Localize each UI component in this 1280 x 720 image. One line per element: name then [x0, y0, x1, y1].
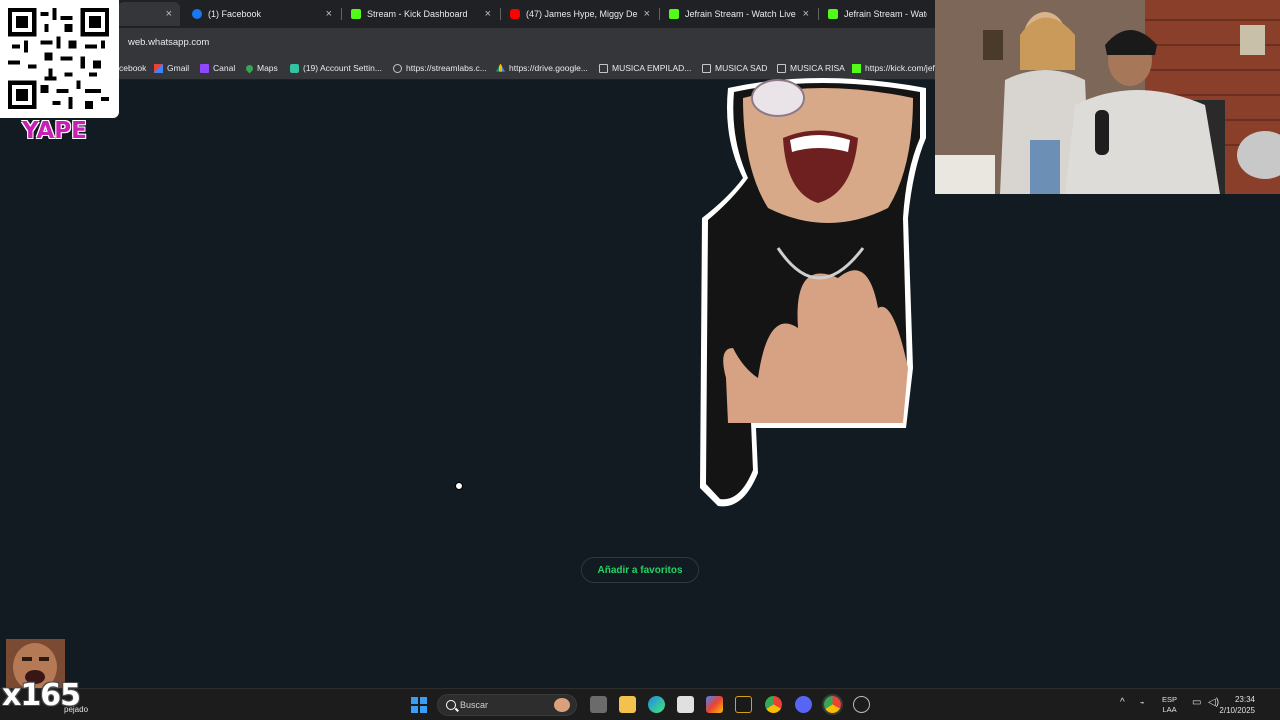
tab-youtube[interactable]: (47) James Hype, Miggy Dela R ×: [502, 2, 658, 26]
lang-top: ESP: [1162, 695, 1178, 704]
tab-active[interactable]: ×: [118, 2, 180, 26]
mouse-cursor-icon: [455, 482, 463, 490]
address-bar: web.whatsapp.com: [0, 28, 935, 56]
tab-label: Stream - Kick Dashboard: [367, 9, 468, 19]
search-highlight-icon: [554, 698, 570, 712]
folder-icon: [702, 63, 711, 73]
bookmark-label: https://drive.google...: [509, 63, 588, 73]
bookmark-label: MUSICA RISA: [790, 63, 845, 73]
kick-icon: [852, 63, 861, 73]
network-icon[interactable]: ⌁: [1140, 698, 1145, 707]
close-icon[interactable]: ×: [644, 8, 650, 20]
language-indicator[interactable]: ESP LAA: [1162, 695, 1177, 715]
taskbar-search[interactable]: Buscar: [437, 694, 577, 716]
bookmark-label: Gmail: [167, 63, 190, 73]
add-to-favorites-button[interactable]: Añadir a favoritos: [581, 557, 699, 583]
drive-icon: [496, 63, 505, 72]
counter-label: x165: [2, 678, 81, 713]
bookmark-label: Maps: [257, 63, 278, 73]
webcam-scene: [935, 0, 1280, 194]
webcam-overlay: [935, 0, 1280, 194]
tray-chevron-icon[interactable]: ^: [1120, 697, 1125, 708]
bookmark-label: https://kick.com/jef: [865, 63, 935, 73]
tab-label: Jefrain Stream - Watch Live on: [685, 9, 797, 19]
bookmark-drive[interactable]: https://drive.google...: [496, 61, 588, 75]
tab-label: (47) James Hype, Miggy Dela R: [526, 9, 638, 19]
bookmark-label: Canal: [213, 63, 236, 73]
bookmarks-bar: cebook Gmail Canal Maps (19) Account Set…: [0, 56, 935, 80]
browser-tab-bar: × (1) Facebook × Stream - Kick Dashboard…: [0, 0, 935, 28]
tab-label: Jefrain Stream - Watch Live: [844, 9, 927, 19]
bookmark-label: MUSICA EMPILAD...: [612, 63, 692, 73]
bookmark-streamlabs-account[interactable]: (19) Account Settin...: [290, 61, 382, 75]
bookmark-streamlabs[interactable]: https://streamlabs.c...: [393, 61, 487, 75]
app-store-icon[interactable]: [677, 696, 694, 713]
facebook-icon: [192, 9, 202, 19]
kick-icon: [351, 9, 361, 19]
search-icon: [446, 700, 456, 710]
task-view-icon[interactable]: [590, 696, 607, 713]
close-icon[interactable]: ×: [166, 8, 172, 20]
tab-kick-dashboard[interactable]: Stream - Kick Dashboard ×: [343, 2, 499, 26]
qr-code-graphic: [8, 8, 109, 109]
folder-icon: [777, 63, 786, 73]
kick-icon: [669, 9, 679, 19]
tab-kick-live-1[interactable]: Jefrain Stream - Watch Live on ×: [661, 2, 817, 26]
lang-bottom: LAA: [1162, 705, 1177, 714]
url-input[interactable]: web.whatsapp.com: [128, 37, 209, 48]
bookmark-label: https://streamlabs.c...: [406, 63, 487, 73]
tab-facebook[interactable]: (1) Facebook ×: [184, 2, 340, 26]
kick-icon: [828, 9, 838, 19]
sticker-graphic: [700, 78, 926, 507]
windows-start-icon[interactable]: [411, 697, 427, 713]
tab-kick-live-2[interactable]: Jefrain Stream - Watch Live: [820, 2, 935, 26]
edge-icon[interactable]: [648, 696, 665, 713]
monitor-icon[interactable]: ▭: [1192, 697, 1201, 708]
twitch-icon: [200, 63, 209, 73]
bookmark-folder-risa[interactable]: MUSICA RISA: [777, 61, 845, 75]
close-icon[interactable]: ×: [326, 8, 332, 20]
search-placeholder: Buscar: [460, 700, 489, 710]
chrome-icon[interactable]: [765, 696, 782, 713]
close-icon[interactable]: ×: [485, 8, 491, 20]
clock[interactable]: 23:34 2/10/2025: [1219, 694, 1255, 716]
discord-icon[interactable]: [795, 696, 812, 713]
face-sticker: [698, 78, 930, 510]
chrome-active-icon[interactable]: [824, 696, 841, 713]
youtube-icon: [510, 9, 520, 19]
folder-icon: [599, 63, 608, 73]
bookmark-facebook[interactable]: cebook: [119, 61, 146, 75]
screen: × (1) Facebook × Stream - Kick Dashboard…: [0, 0, 1280, 720]
tab-label: (1) Facebook: [208, 9, 262, 19]
windows-taskbar: pejado Buscar ^ ⌁ ESP LAA ▭ ◁) 23:34 2/1…: [0, 688, 1280, 720]
maps-icon: [244, 63, 255, 73]
bookmark-folder-sad[interactable]: MUSICA SAD: [702, 61, 767, 75]
clock-time: 23:34: [1234, 695, 1255, 704]
bookmark-label: cebook: [119, 63, 147, 73]
file-explorer-icon[interactable]: [619, 696, 636, 713]
bookmark-maps[interactable]: Maps: [244, 61, 278, 75]
wow-icon[interactable]: [735, 696, 752, 713]
bookmark-label: MUSICA SAD: [715, 63, 768, 73]
yape-label: YAPE: [22, 118, 87, 144]
bookmark-label: (19) Account Settin...: [303, 63, 382, 73]
clock-date: 2/10/2025: [1219, 706, 1255, 715]
qr-code: [0, 0, 119, 118]
bookmark-folder-empilad[interactable]: MUSICA EMPILAD...: [599, 61, 691, 75]
bookmark-canal[interactable]: Canal: [200, 61, 235, 75]
close-icon[interactable]: ×: [803, 8, 809, 20]
bookmark-gmail[interactable]: Gmail: [154, 61, 189, 75]
streamlabs-icon: [290, 63, 299, 73]
gmail-icon: [154, 63, 163, 73]
copilot-icon[interactable]: [706, 696, 723, 713]
volume-icon[interactable]: ◁): [1208, 697, 1219, 708]
globe-icon: [393, 63, 402, 73]
bookmark-kick[interactable]: https://kick.com/jef: [852, 61, 935, 75]
obs-icon[interactable]: [853, 696, 870, 713]
